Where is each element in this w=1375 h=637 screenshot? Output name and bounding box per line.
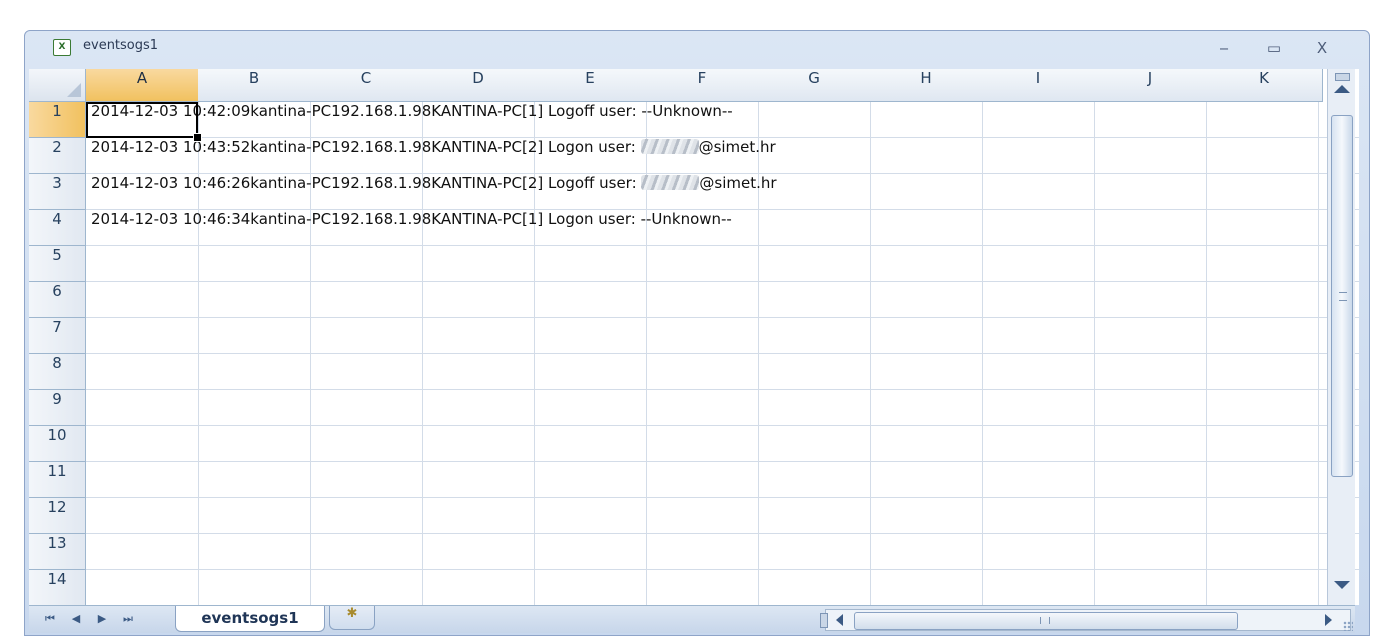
excel-icon: X: [53, 39, 71, 56]
scroll-left-icon[interactable]: [836, 614, 843, 626]
cell-text-part: @simet.hr: [699, 174, 777, 192]
horizontal-scrollbar[interactable]: [820, 609, 1351, 631]
row-header-8[interactable]: 8: [29, 354, 86, 390]
gridline-horizontal: [86, 461, 1359, 462]
horizontal-scroll-thumb[interactable]: [854, 612, 1238, 630]
gridline-horizontal: [86, 533, 1359, 534]
cell-text-part: @simet.hr: [698, 138, 776, 156]
cell-text-part: 2014-12-03 10:43:52kantina-PC192.168.1.9…: [91, 138, 641, 156]
row-header-11[interactable]: 11: [29, 462, 86, 498]
column-header-h[interactable]: H: [870, 69, 983, 102]
column-header-i[interactable]: I: [982, 69, 1095, 102]
gridline-horizontal: [86, 569, 1359, 570]
gridline-horizontal: [86, 317, 1359, 318]
row-header-13[interactable]: 13: [29, 534, 86, 570]
sheet-tab-bar: ⏮ ◀ ▶ ⏭ eventsogs1 ✱: [29, 605, 1355, 633]
window-title: eventsogs1: [83, 38, 159, 53]
resize-grip-icon[interactable]: [1343, 621, 1353, 631]
worksheet-grid[interactable]: A B C D E F G H I J K 1 2 3 4 5 6 7 8 9 10 11 12 13 14 2014-12-03…: [29, 69, 1359, 605]
row-header-4[interactable]: 4: [29, 210, 86, 246]
cell-a4[interactable]: 2014-12-03 10:46:34kantina-PC192.168.1.9…: [91, 210, 732, 246]
maximize-button[interactable]: ▭: [1257, 37, 1291, 59]
row-header-2[interactable]: 2: [29, 138, 86, 174]
vertical-scroll-thumb[interactable]: [1331, 115, 1353, 477]
row-header-1[interactable]: 1: [29, 102, 86, 138]
row-header-14[interactable]: 14: [29, 570, 86, 605]
cell-text-part: 2014-12-03 10:46:34kantina-PC192.168.1.9…: [91, 210, 732, 228]
cell-a1[interactable]: 2014-12-03 10:42:09kantina-PC192.168.1.9…: [91, 102, 733, 138]
column-header-j[interactable]: J: [1094, 69, 1207, 102]
column-header-c[interactable]: C: [310, 69, 423, 102]
column-header-d[interactable]: D: [422, 69, 535, 102]
cell-a3[interactable]: 2014-12-03 10:46:26kantina-PC192.168.1.9…: [91, 174, 777, 210]
select-all-icon: [67, 83, 81, 97]
split-box-horizontal[interactable]: [820, 613, 828, 628]
scroll-up-icon[interactable]: [1334, 85, 1350, 93]
grip-icon: [1040, 617, 1050, 624]
title-bar: X eventsogs1 ‒ ▭ X: [25, 31, 1369, 69]
gridline-horizontal: [86, 425, 1359, 426]
gridline-horizontal: [86, 281, 1359, 282]
cell-a2[interactable]: 2014-12-03 10:43:52kantina-PC192.168.1.9…: [91, 138, 776, 174]
vertical-scrollbar[interactable]: [1327, 69, 1355, 605]
grip-icon: [1339, 292, 1347, 301]
gridline-horizontal: [86, 353, 1359, 354]
last-sheet-button[interactable]: ⏭: [119, 610, 137, 628]
first-sheet-button[interactable]: ⏮: [41, 610, 59, 628]
row-header-12[interactable]: 12: [29, 498, 86, 534]
minimize-button[interactable]: ‒: [1207, 37, 1241, 59]
column-header-k[interactable]: K: [1206, 69, 1323, 102]
cell-text-part: 2014-12-03 10:46:26kantina-PC192.168.1.9…: [91, 174, 642, 192]
row-header-6[interactable]: 6: [29, 282, 86, 318]
row-header-9[interactable]: 9: [29, 390, 86, 426]
column-header-a[interactable]: A: [86, 69, 199, 102]
insert-sheet-icon[interactable]: ✱: [329, 606, 375, 630]
gridline-horizontal: [86, 389, 1359, 390]
column-header-g[interactable]: G: [758, 69, 871, 102]
cell-text-part: 2014-12-03 10:42:09kantina-PC192.168.1.9…: [91, 102, 733, 120]
column-header-e[interactable]: E: [534, 69, 647, 102]
select-all-corner[interactable]: [29, 69, 86, 102]
redacted-username: [641, 175, 700, 190]
prev-sheet-button[interactable]: ◀: [67, 610, 85, 628]
column-header-f[interactable]: F: [646, 69, 759, 102]
close-button[interactable]: X: [1305, 37, 1339, 59]
row-header-7[interactable]: 7: [29, 318, 86, 354]
row-header-5[interactable]: 5: [29, 246, 86, 282]
row-header-10[interactable]: 10: [29, 426, 86, 462]
scroll-down-icon[interactable]: [1334, 581, 1350, 589]
gridline-horizontal: [86, 497, 1359, 498]
sheet-tab-eventsogs1[interactable]: eventsogs1: [175, 606, 325, 632]
row-header-3[interactable]: 3: [29, 174, 86, 210]
spreadsheet-window: X eventsogs1 ‒ ▭ X ABCDEFGHIJK1234567891…: [24, 30, 1370, 636]
scroll-right-icon[interactable]: [1325, 614, 1332, 626]
column-header-b[interactable]: B: [198, 69, 311, 102]
next-sheet-button[interactable]: ▶: [93, 610, 111, 628]
fill-handle[interactable]: [193, 133, 202, 142]
redacted-username: [640, 139, 699, 154]
split-box[interactable]: [1335, 73, 1350, 81]
